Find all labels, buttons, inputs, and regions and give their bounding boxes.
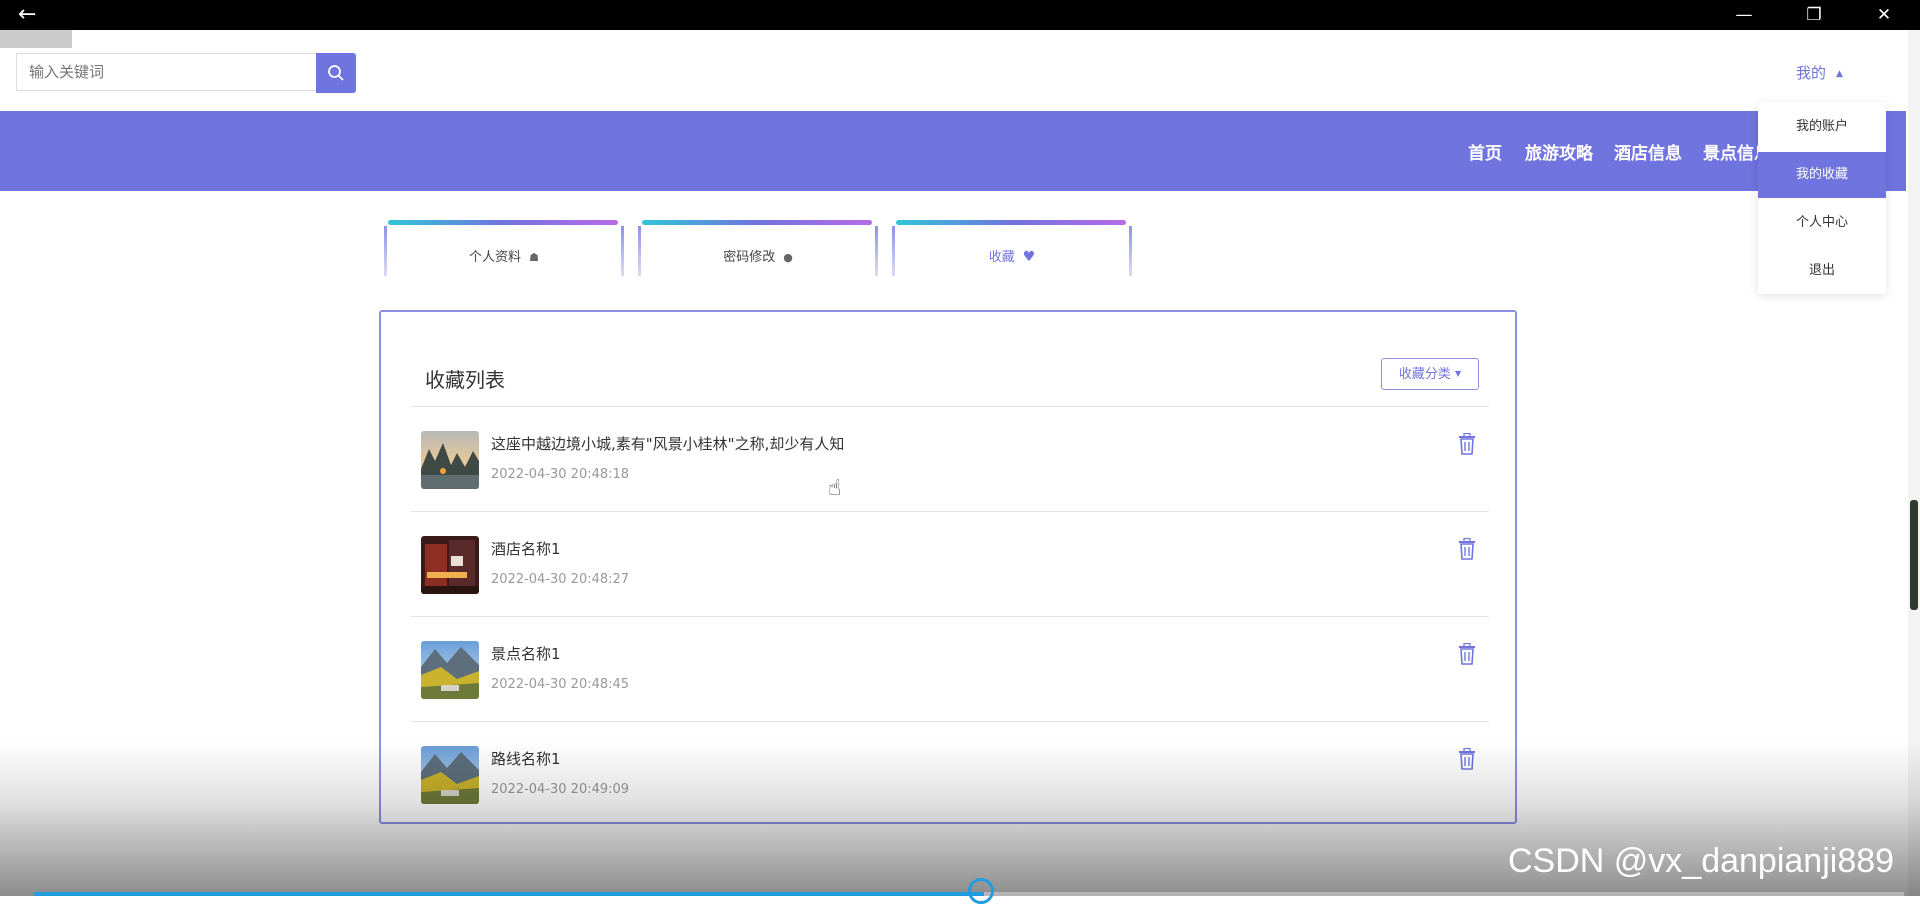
caret-up-icon: ▲ <box>1836 69 1843 79</box>
page-scrollbar[interactable] <box>1908 30 1920 896</box>
favorite-row[interactable]: 景点名称1 2022-04-30 20:48:45 <box>411 617 1489 721</box>
trash-icon[interactable] <box>1457 538 1477 560</box>
main-navbar: 首页 旅游攻略 酒店信息 景点信息 <box>0 111 1906 191</box>
favorite-title[interactable]: 路线名称1 <box>491 748 561 769</box>
tab-accent-bar <box>896 220 1126 225</box>
window-titlebar: ← — ❐ ✕ <box>0 0 1920 30</box>
user-menu-toggle[interactable]: 我的 ▲ <box>1796 62 1843 83</box>
caret-down-icon: ▼ <box>1455 369 1462 378</box>
favorite-thumbnail <box>421 746 479 804</box>
watermark: CSDN @vx_danpianji889 <box>1508 842 1895 880</box>
trash-icon[interactable] <box>1457 748 1477 770</box>
menu-item-my-favorites[interactable]: 我的收藏 <box>1758 152 1886 198</box>
tab-label: 个人资料 ☗ <box>384 246 624 265</box>
menu-item-logout[interactable]: 退出 <box>1758 248 1886 294</box>
loading-strip <box>0 30 72 48</box>
nav-item-hotels[interactable]: 酒店信息 <box>1614 139 1682 164</box>
favorite-thumbnail <box>421 536 479 594</box>
user-icon: ● <box>783 251 793 264</box>
favorite-title[interactable]: 景点名称1 <box>491 643 561 664</box>
menu-item-personal-center[interactable]: 个人中心 <box>1758 200 1886 246</box>
favorites-card: 收藏列表 收藏分类 ▼ 这座中越边境小城,素有"风景小桂林"之称,却少有人知 2… <box>379 310 1517 824</box>
favorite-row[interactable]: 这座中越边境小城,素有"风景小桂林"之称,却少有人知 2022-04-30 20… <box>411 407 1489 511</box>
close-icon[interactable]: ✕ <box>1862 2 1906 28</box>
search-button[interactable] <box>316 53 356 93</box>
favorite-time: 2022-04-30 20:49:09 <box>491 782 630 797</box>
nav-item-guides[interactable]: 旅游攻略 <box>1525 139 1593 164</box>
minimize-icon[interactable]: — <box>1722 2 1766 28</box>
tab-label: 密码修改 ● <box>638 246 878 265</box>
favorite-title[interactable]: 这座中越边境小城,素有"风景小桂林"之称,却少有人知 <box>491 433 844 454</box>
heart-icon: ♥ <box>1022 249 1036 265</box>
favorite-title[interactable]: 酒店名称1 <box>491 538 561 559</box>
video-progress-bar[interactable] <box>34 892 984 896</box>
favorite-thumbnail <box>421 641 479 699</box>
tab-favorites-label: 收藏 <box>988 250 1015 265</box>
tab-profile-label: 个人资料 <box>469 250 522 265</box>
user-menu-label: 我的 <box>1796 64 1827 82</box>
arrow-left-icon[interactable]: ← <box>18 4 54 26</box>
tab-accent-bar <box>642 220 872 225</box>
scrollbar-thumb[interactable] <box>1910 500 1918 610</box>
favorite-time: 2022-04-30 20:48:27 <box>491 572 630 587</box>
trash-icon[interactable] <box>1457 433 1477 455</box>
trash-icon[interactable] <box>1457 643 1477 665</box>
tab-accent-bar <box>388 220 618 225</box>
search-bar <box>16 53 356 93</box>
category-dropdown-button[interactable]: 收藏分类 ▼ <box>1381 358 1479 390</box>
search-icon <box>328 65 344 81</box>
video-progress-knob[interactable] <box>968 878 994 904</box>
favorites-title: 收藏列表 <box>425 368 505 392</box>
user-dropdown: 我的账户 我的收藏 个人中心 退出 <box>1758 102 1886 294</box>
restore-icon[interactable]: ❐ <box>1792 2 1836 28</box>
favorite-time: 2022-04-30 20:48:18 <box>491 467 630 482</box>
category-button-label: 收藏分类 <box>1398 367 1451 382</box>
favorite-thumbnail <box>421 431 479 489</box>
menu-item-my-account[interactable]: 我的账户 <box>1758 104 1886 150</box>
favorite-row[interactable]: 路线名称1 2022-04-30 20:49:09 <box>411 722 1489 826</box>
home-icon: ☗ <box>529 251 539 264</box>
tab-profile[interactable]: 个人资料 ☗ <box>384 220 624 276</box>
nav-item-home[interactable]: 首页 <box>1468 139 1502 164</box>
tab-favorites[interactable]: 收藏 ♥ <box>892 220 1132 276</box>
hand-cursor-icon: ☝ <box>828 476 842 501</box>
video-progress-track[interactable] <box>984 892 1904 896</box>
search-input[interactable] <box>16 53 316 91</box>
tab-label: 收藏 ♥ <box>892 246 1132 265</box>
page-top-strip <box>72 30 1712 48</box>
tab-password[interactable]: 密码修改 ● <box>638 220 878 276</box>
favorite-row[interactable]: 酒店名称1 2022-04-30 20:48:27 <box>411 512 1489 616</box>
favorite-time: 2022-04-30 20:48:45 <box>491 677 630 692</box>
tab-password-label: 密码修改 <box>723 250 776 265</box>
